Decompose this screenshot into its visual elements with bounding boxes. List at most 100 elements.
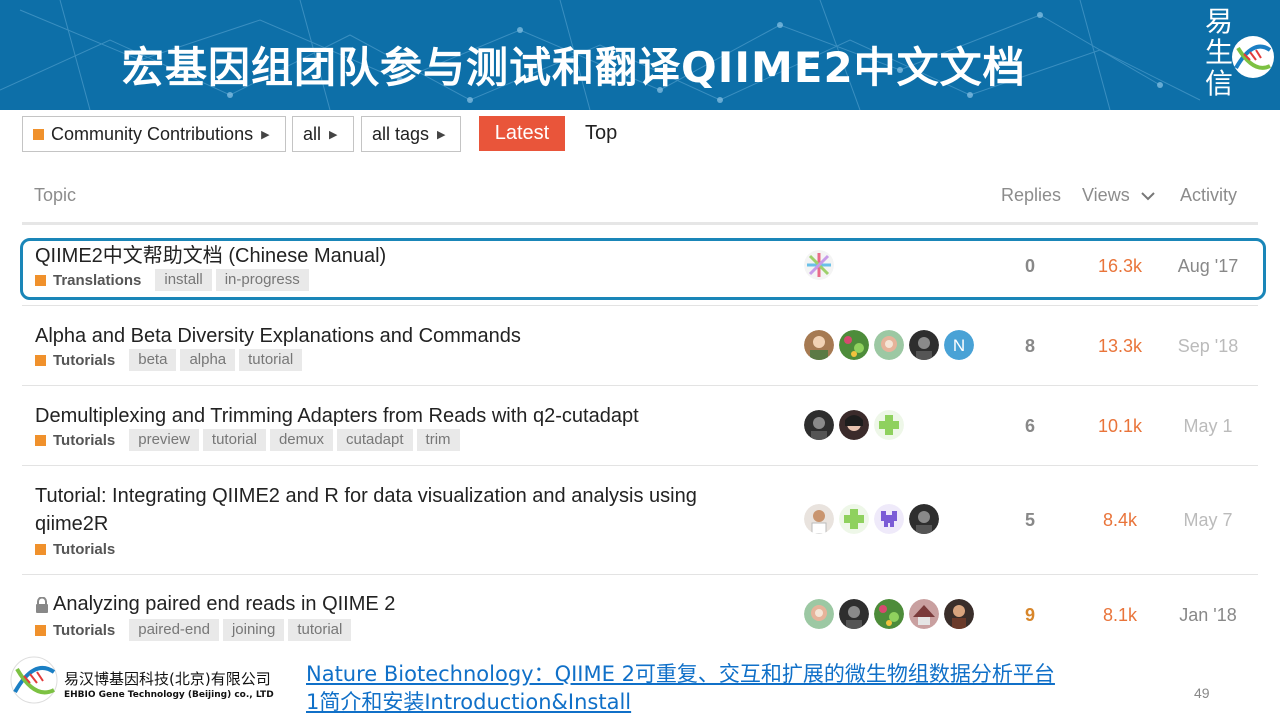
column-header-views-label: Views [1082, 185, 1130, 205]
topic-row: QIIME2中文帮助文档 (Chinese Manual) Translatio… [22, 240, 1258, 300]
avatar[interactable] [839, 599, 869, 629]
views-count: 13.3k [1097, 336, 1143, 356]
tag-badge[interactable]: preview [129, 429, 199, 451]
activity-date[interactable]: May 7 [1168, 510, 1248, 531]
category-filter-label: Community Contributions [51, 123, 254, 144]
row-divider [22, 385, 1258, 386]
avatar[interactable] [839, 410, 869, 440]
category-badge[interactable]: Tutorials [35, 432, 115, 449]
activity-date[interactable]: Sep '18 [1168, 336, 1248, 357]
tags-filter-dropdown[interactable]: all tags ▶ [361, 116, 461, 152]
tag-badge[interactable]: tutorial [202, 429, 266, 451]
topic-title-link[interactable]: QIIME2中文帮助文档 (Chinese Manual) [35, 242, 386, 270]
replies-count: 8 [1024, 336, 1035, 356]
tag-badge[interactable]: beta [129, 349, 177, 371]
tag-badge[interactable]: demux [269, 429, 333, 451]
slide-page-number: 49 [1194, 685, 1210, 701]
tag-badge[interactable]: cutadapt [336, 429, 413, 451]
column-header-activity[interactable]: Activity [1180, 185, 1237, 206]
replies-count: 9 [1024, 605, 1035, 625]
category-badge[interactable]: Tutorials [35, 622, 115, 639]
slide-header-banner: 宏基因组团队参与测试和翻译QIIME2中文文档 易 生 信 [0, 0, 1280, 110]
avatar[interactable] [804, 410, 834, 440]
avatar[interactable] [804, 599, 834, 629]
category-badge[interactable]: Translations [35, 272, 141, 289]
header-divider [22, 222, 1258, 225]
avatar[interactable] [839, 504, 869, 534]
avatar-letter: N [953, 336, 965, 355]
scope-filter-dropdown[interactable]: all ▶ [292, 116, 354, 152]
avatar[interactable] [839, 330, 869, 360]
replies-count: 6 [1024, 416, 1035, 436]
category-color-square [35, 544, 46, 555]
activity-date[interactable]: May 1 [1168, 416, 1248, 437]
avatar[interactable] [804, 504, 834, 534]
tab-top[interactable]: Top [585, 116, 617, 151]
tag-badge[interactable]: paired-end [129, 619, 219, 641]
column-header-topic[interactable]: Topic [34, 185, 76, 206]
tag-badge[interactable]: joining [222, 619, 285, 641]
column-header-replies[interactable]: Replies [1001, 185, 1061, 206]
tag-badge[interactable]: in-progress [215, 269, 309, 291]
avatar[interactable] [874, 330, 904, 360]
scope-filter-label: all [303, 123, 322, 144]
row-divider [22, 574, 1258, 575]
replies-count: 0 [1024, 256, 1035, 276]
topic-title-link[interactable]: Tutorial: Integrating QIIME2 and R for d… [35, 482, 755, 538]
topic-row: Demultiplexing and Trimming Adapters fro… [22, 400, 1258, 460]
views-count: 10.1k [1097, 416, 1143, 436]
avatar[interactable] [804, 250, 834, 280]
category-filter-dropdown[interactable]: Community Contributions ▶ [22, 116, 286, 152]
tab-latest[interactable]: Latest [479, 116, 565, 151]
avatar[interactable] [804, 330, 834, 360]
avatar[interactable] [874, 599, 904, 629]
activity-date[interactable]: Aug '17 [1168, 256, 1248, 277]
views-count: 16.3k [1097, 256, 1143, 276]
avatar[interactable] [909, 599, 939, 629]
brand-mark: 易 生 信 [1200, 4, 1280, 104]
chevron-down-icon [1141, 192, 1155, 201]
tag-badge[interactable]: alpha [180, 349, 236, 371]
company-name-en: EHBIO Gene Technology (Beijing) co., LTD [64, 690, 274, 700]
reference-link-line2[interactable]: 1简介和安装Introduction&Install [306, 688, 1055, 716]
row-divider [22, 465, 1258, 466]
lock-icon [36, 596, 48, 613]
slide-title: 宏基因组团队参与测试和翻译QIIME2中文文档 [122, 43, 1026, 92]
category-badge[interactable]: Tutorials [35, 541, 115, 558]
category-color-square [35, 354, 46, 366]
tag-badge[interactable]: install [155, 269, 212, 291]
views-count: 8.4k [1102, 510, 1138, 530]
views-count: 8.1k [1102, 605, 1138, 625]
topic-row: Alpha and Beta Diversity Explanations an… [22, 320, 1258, 380]
topic-title-link[interactable]: Alpha and Beta Diversity Explanations an… [35, 322, 521, 350]
avatar[interactable] [909, 504, 939, 534]
caret-right-icon: ▶ [261, 128, 270, 141]
topic-row: Tutorial: Integrating QIIME2 and R for d… [22, 480, 1258, 568]
tag-badge[interactable]: tutorial [288, 619, 352, 641]
avatar[interactable]: N [944, 330, 974, 360]
ehbio-company-logo-icon [10, 656, 58, 704]
reference-link-line1[interactable]: Nature Biotechnology：QIIME 2可重复、交互和扩展的微生… [306, 660, 1055, 688]
topic-row: Analyzing paired end reads in QIIME 2 Tu… [22, 590, 1258, 650]
avatar[interactable] [944, 599, 974, 629]
category-color-square [33, 128, 44, 140]
topic-title-link[interactable]: Analyzing paired end reads in QIIME 2 [35, 590, 395, 618]
topic-title-text: Analyzing paired end reads in QIIME 2 [53, 593, 396, 615]
avatar[interactable] [874, 504, 904, 534]
replies-count: 5 [1024, 510, 1035, 530]
category-color-square [35, 274, 46, 286]
category-color-square [35, 434, 46, 446]
reference-link[interactable]: Nature Biotechnology：QIIME 2可重复、交互和扩展的微生… [306, 660, 1055, 716]
avatar[interactable] [874, 410, 904, 440]
category-color-square [35, 624, 46, 636]
tag-badge[interactable]: trim [416, 429, 460, 451]
category-badge[interactable]: Tutorials [35, 352, 115, 369]
activity-date[interactable]: Jan '18 [1168, 605, 1248, 626]
topic-title-link[interactable]: Demultiplexing and Trimming Adapters fro… [35, 402, 639, 430]
column-header-views[interactable]: Views [1082, 185, 1155, 206]
tag-badge[interactable]: tutorial [239, 349, 303, 371]
caret-right-icon: ▶ [437, 128, 446, 141]
avatar[interactable] [909, 330, 939, 360]
tags-filter-label: all tags [372, 123, 430, 144]
ehbio-logo-icon [1232, 36, 1274, 78]
